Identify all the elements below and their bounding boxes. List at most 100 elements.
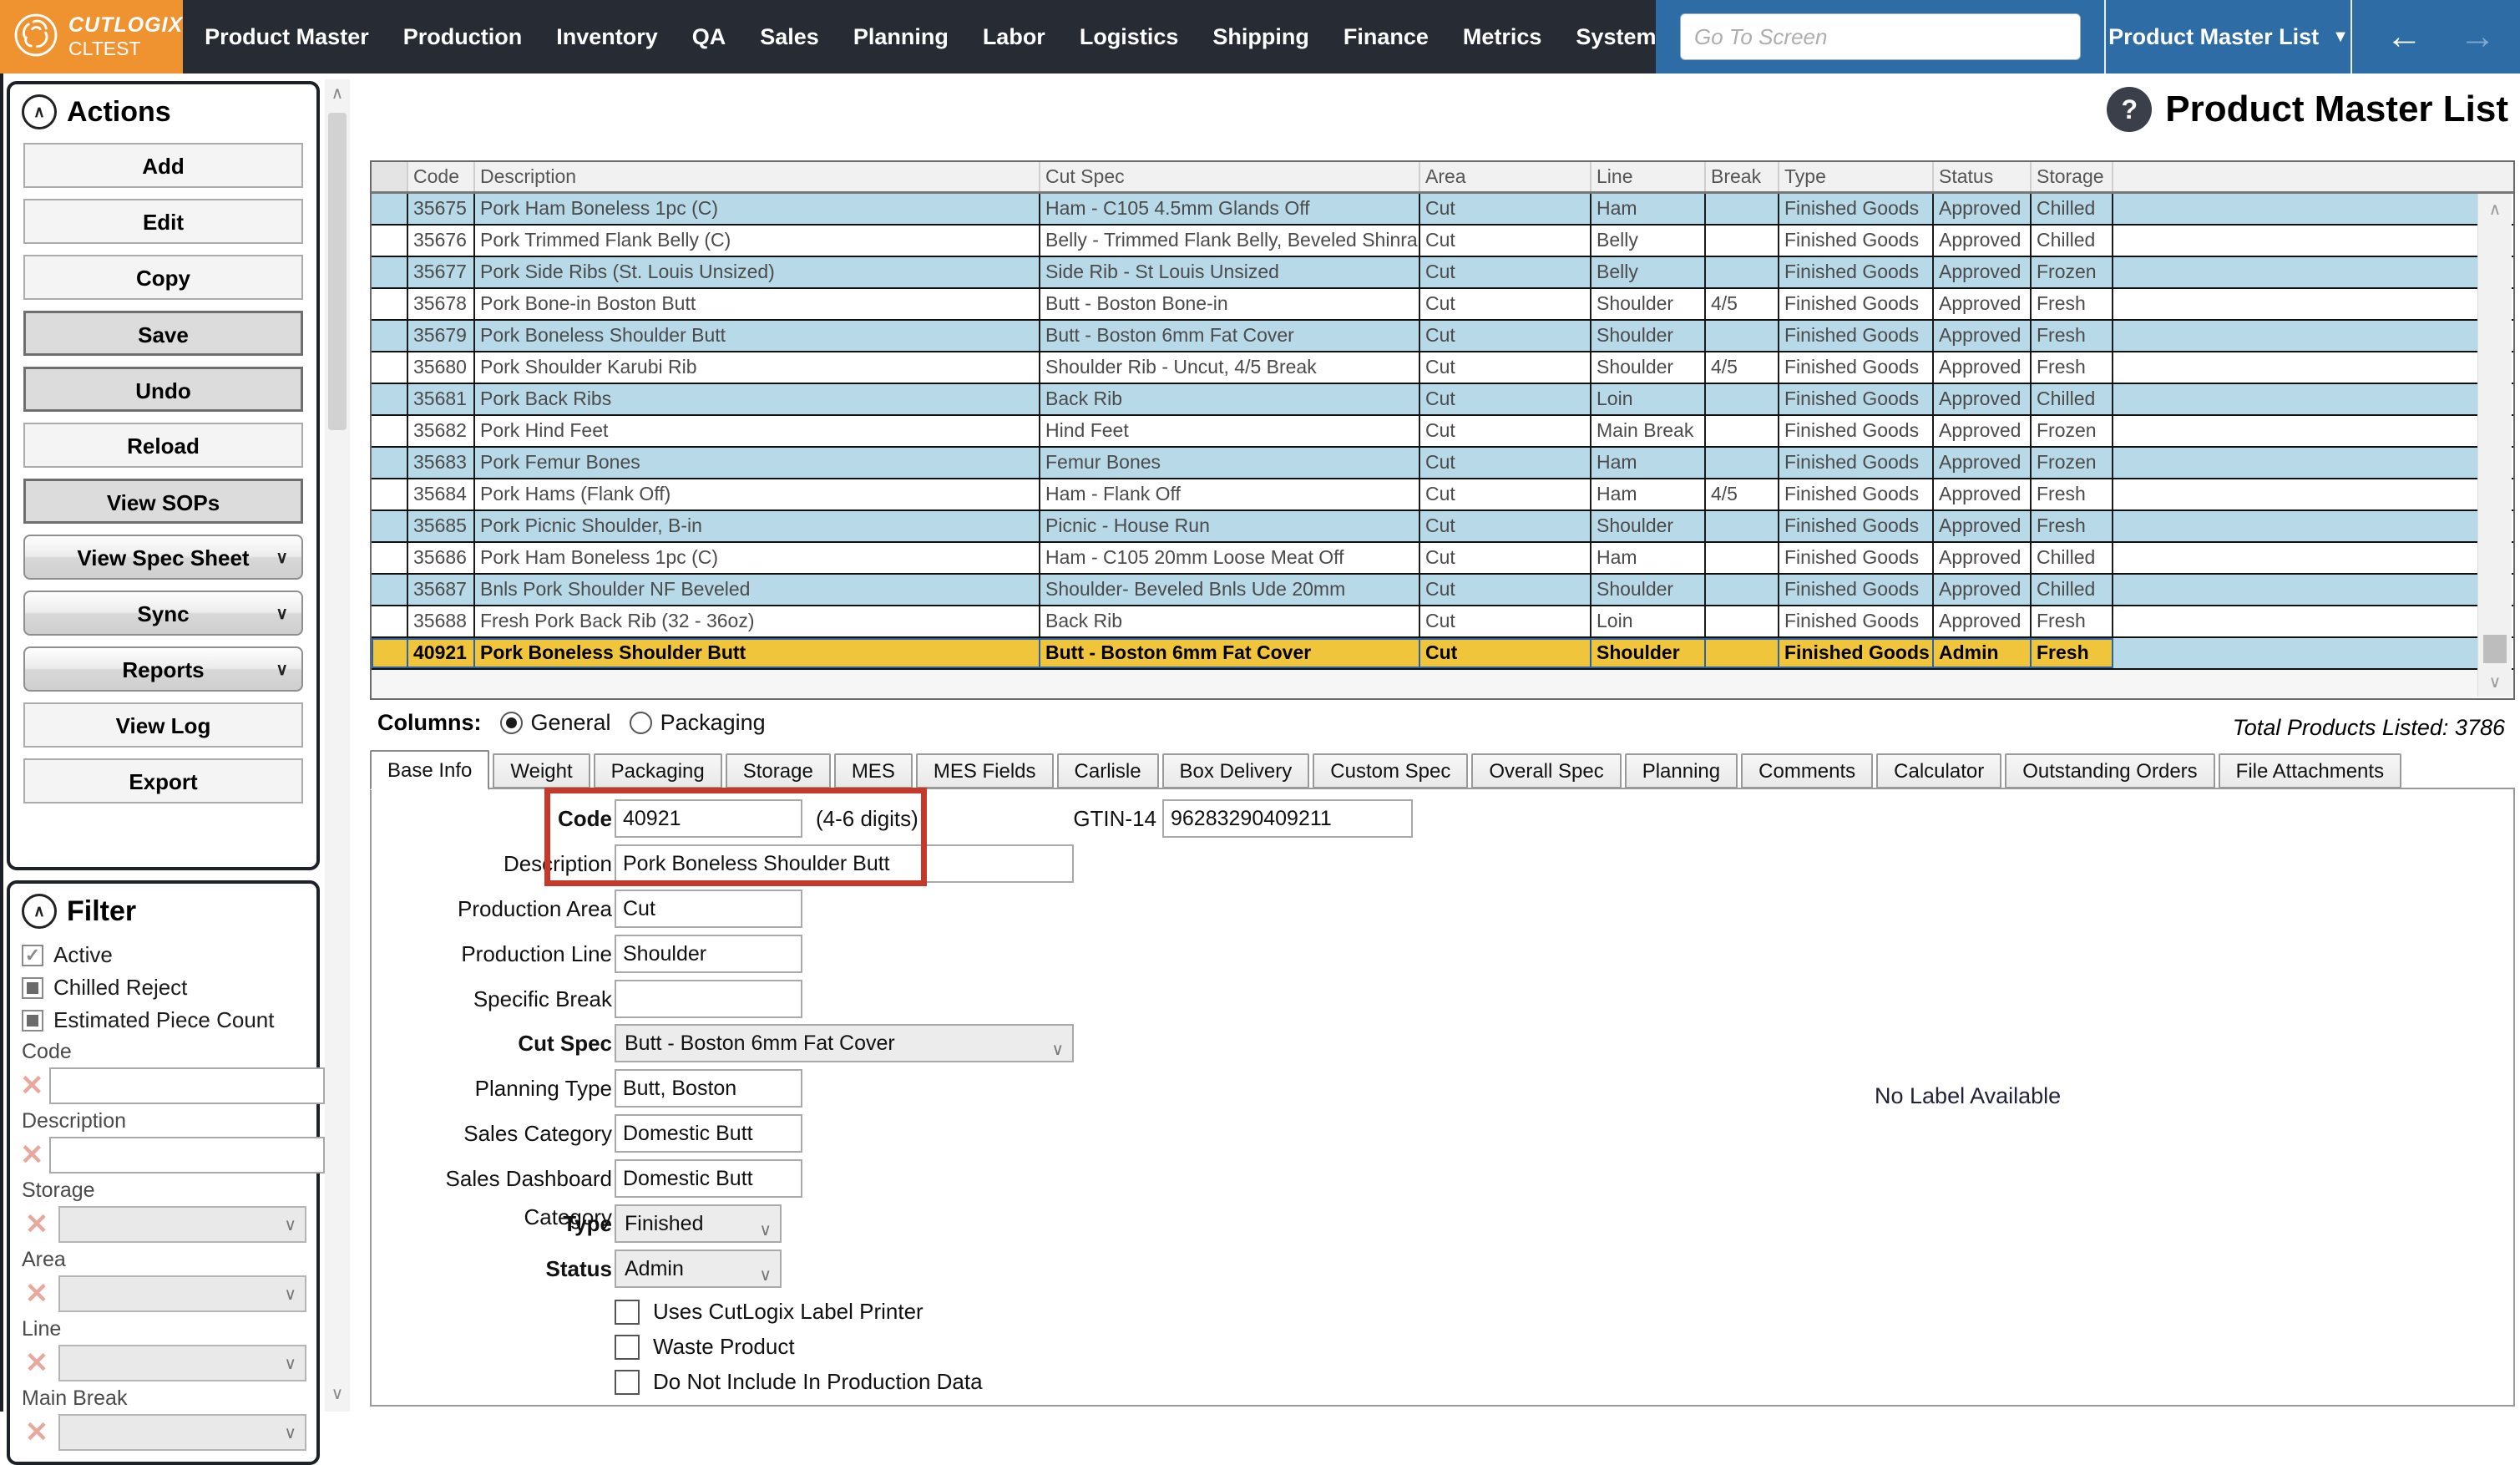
- clear-filter-icon[interactable]: ✕: [20, 1280, 53, 1308]
- form-input-sales-dashboard-category[interactable]: [615, 1159, 802, 1198]
- table-row-35679[interactable]: 35679Pork Boneless Shoulder ButtButt - B…: [372, 321, 2513, 352]
- filter-checkbox-estimated-piece-count[interactable]: Estimated Piece Count: [22, 1007, 316, 1033]
- tab-mes-fields[interactable]: MES Fields: [916, 753, 1054, 788]
- table-row-35676[interactable]: 35676Pork Trimmed Flank Belly (C)Belly -…: [372, 226, 2513, 257]
- filter-input-description[interactable]: [49, 1137, 325, 1174]
- tab-outstanding-orders[interactable]: Outstanding Orders: [2005, 753, 2214, 788]
- radio-general[interactable]: General: [500, 710, 611, 736]
- tab-mes[interactable]: MES: [834, 753, 913, 788]
- menu-item-finance[interactable]: Finance: [1343, 24, 1429, 50]
- table-row-35678[interactable]: 35678Pork Bone-in Boston ButtButt - Bost…: [372, 289, 2513, 321]
- table-row-35685[interactable]: 35685Pork Picnic Shoulder, B-inPicnic - …: [372, 511, 2513, 543]
- collapse-actions-icon[interactable]: ∧: [22, 94, 57, 129]
- menu-item-qa[interactable]: QA: [692, 24, 726, 50]
- tab-base-info[interactable]: Base Info: [370, 750, 489, 790]
- action-button-edit[interactable]: Edit: [23, 199, 303, 244]
- action-button-copy[interactable]: Copy: [23, 255, 303, 300]
- clear-filter-icon[interactable]: ✕: [20, 1141, 44, 1169]
- tab-custom-spec[interactable]: Custom Spec: [1313, 753, 1468, 788]
- form-select-status[interactable]: Admin∨: [615, 1250, 782, 1288]
- table-row-35677[interactable]: 35677Pork Side Ribs (St. Louis Unsized)S…: [372, 257, 2513, 289]
- screen-dropdown[interactable]: Product Master List ▼: [2104, 0, 2350, 74]
- action-button-reload[interactable]: Reload: [23, 423, 303, 468]
- tab-weight[interactable]: Weight: [493, 753, 590, 788]
- scroll-down-icon[interactable]: ∨: [325, 1380, 350, 1408]
- action-button-view-sops[interactable]: View SOPs: [23, 479, 303, 524]
- action-button-sync[interactable]: Sync∨: [23, 591, 303, 636]
- menu-item-planning[interactable]: Planning: [853, 24, 949, 50]
- clear-filter-icon[interactable]: ✕: [20, 1349, 53, 1377]
- filter-select-line[interactable]: ∨: [58, 1345, 306, 1381]
- form-input-production-line[interactable]: [615, 935, 802, 973]
- action-button-save[interactable]: Save: [23, 311, 303, 356]
- filter-select-main-break[interactable]: ∨: [58, 1414, 306, 1451]
- form-input-sales-category[interactable]: [615, 1114, 802, 1153]
- tab-overall-spec[interactable]: Overall Spec: [1471, 753, 1621, 788]
- filter-checkbox-chilled-reject[interactable]: Chilled Reject: [22, 975, 316, 1001]
- filter-input-code[interactable]: [49, 1067, 325, 1104]
- collapse-filter-icon[interactable]: ∧: [22, 894, 57, 929]
- menu-item-logistics[interactable]: Logistics: [1080, 24, 1179, 50]
- clear-filter-icon[interactable]: ✕: [20, 1072, 44, 1100]
- form-select-cut-spec[interactable]: Butt - Boston 6mm Fat Cover∨: [615, 1024, 1074, 1062]
- clear-filter-icon[interactable]: ✕: [20, 1418, 53, 1447]
- sidebar-scrollbar[interactable]: ∧ ∨: [325, 79, 350, 1412]
- table-row-35675[interactable]: 35675Pork Ham Boneless 1pc (C)Ham - C105…: [372, 194, 2513, 226]
- menu-item-product-master[interactable]: Product Master: [205, 24, 369, 50]
- tab-packaging[interactable]: Packaging: [594, 753, 722, 788]
- tab-box-delivery[interactable]: Box Delivery: [1162, 753, 1310, 788]
- table-row-35682[interactable]: 35682Pork Hind FeetHind FeetCutMain Brea…: [372, 416, 2513, 448]
- menu-item-sales[interactable]: Sales: [760, 24, 819, 50]
- table-row-35680[interactable]: 35680Pork Shoulder Karubi RibShoulder Ri…: [372, 352, 2513, 384]
- menu-item-shipping[interactable]: Shipping: [1212, 24, 1308, 50]
- form-input-planning-type[interactable]: [615, 1069, 802, 1108]
- tab-calculator[interactable]: Calculator: [1876, 753, 2001, 788]
- grid-hscroll-track[interactable]: [372, 670, 2513, 697]
- table-row-35684[interactable]: 35684Pork Hams (Flank Off)Ham - Flank Of…: [372, 479, 2513, 511]
- form-input-description[interactable]: [615, 844, 1074, 883]
- action-button-view-log[interactable]: View Log: [23, 702, 303, 748]
- clear-filter-icon[interactable]: ✕: [20, 1210, 53, 1239]
- tab-file-attachments[interactable]: File Attachments: [2219, 753, 2401, 788]
- form-checkbox-do-not-include-in-production-data[interactable]: Do Not Include In Production Data: [615, 1369, 983, 1395]
- goto-screen-input[interactable]: [1680, 13, 2081, 60]
- filter-select-area[interactable]: ∨: [58, 1275, 306, 1312]
- form-checkbox-uses-cutlogix-label-printer[interactable]: Uses CutLogix Label Printer: [615, 1299, 923, 1325]
- action-button-view-spec-sheet[interactable]: View Spec Sheet∨: [23, 535, 303, 580]
- scroll-down-icon[interactable]: ∨: [2478, 668, 2512, 697]
- help-icon[interactable]: ?: [2107, 87, 2152, 132]
- tab-comments[interactable]: Comments: [1741, 753, 1873, 788]
- tab-planning[interactable]: Planning: [1625, 753, 1738, 788]
- table-row-40921[interactable]: 40921Pork Boneless Shoulder ButtButt - B…: [372, 638, 2513, 670]
- menu-item-labor[interactable]: Labor: [983, 24, 1045, 50]
- filter-checkbox-active[interactable]: ✓Active: [22, 942, 316, 968]
- form-input-code[interactable]: [615, 799, 802, 838]
- action-button-add[interactable]: Add: [23, 143, 303, 188]
- form-checkbox-waste-product[interactable]: Waste Product: [615, 1334, 795, 1360]
- table-row-35681[interactable]: 35681Pork Back RibsBack RibCutLoinFinish…: [372, 384, 2513, 416]
- back-icon[interactable]: ←: [2386, 16, 2422, 58]
- tab-carlisle[interactable]: Carlisle: [1057, 753, 1159, 788]
- menu-item-system[interactable]: System: [1576, 24, 1656, 50]
- action-button-export[interactable]: Export: [23, 758, 303, 803]
- form-input-production-area[interactable]: [615, 890, 802, 928]
- filter-select-storage[interactable]: ∨: [58, 1206, 306, 1243]
- form-input-specific-break[interactable]: [615, 980, 802, 1018]
- scroll-up-icon[interactable]: ∧: [2478, 195, 2512, 224]
- table-row-35683[interactable]: 35683Pork Femur BonesFemur BonesCutHamFi…: [372, 448, 2513, 479]
- table-row-35688[interactable]: 35688Fresh Pork Back Rib (32 - 36oz)Back…: [372, 606, 2513, 638]
- menu-item-metrics[interactable]: Metrics: [1463, 24, 1542, 50]
- menu-item-production[interactable]: Production: [403, 24, 523, 50]
- action-button-reports[interactable]: Reports∨: [23, 646, 303, 692]
- table-row-35686[interactable]: 35686Pork Ham Boneless 1pc (C)Ham - C105…: [372, 543, 2513, 575]
- tab-storage[interactable]: Storage: [726, 753, 831, 788]
- radio-packaging[interactable]: Packaging: [630, 710, 766, 736]
- action-button-undo[interactable]: Undo: [23, 367, 303, 412]
- scroll-up-icon[interactable]: ∧: [325, 79, 350, 108]
- scrollbar-thumb[interactable]: [328, 113, 347, 430]
- scrollbar-thumb[interactable]: [2483, 635, 2507, 663]
- grid-scrollbar[interactable]: ∧ ∨: [2477, 194, 2512, 697]
- gtin-input[interactable]: [1162, 799, 1413, 838]
- form-select-type[interactable]: Finished Goods∨: [615, 1204, 782, 1243]
- menu-item-inventory[interactable]: Inventory: [556, 24, 658, 50]
